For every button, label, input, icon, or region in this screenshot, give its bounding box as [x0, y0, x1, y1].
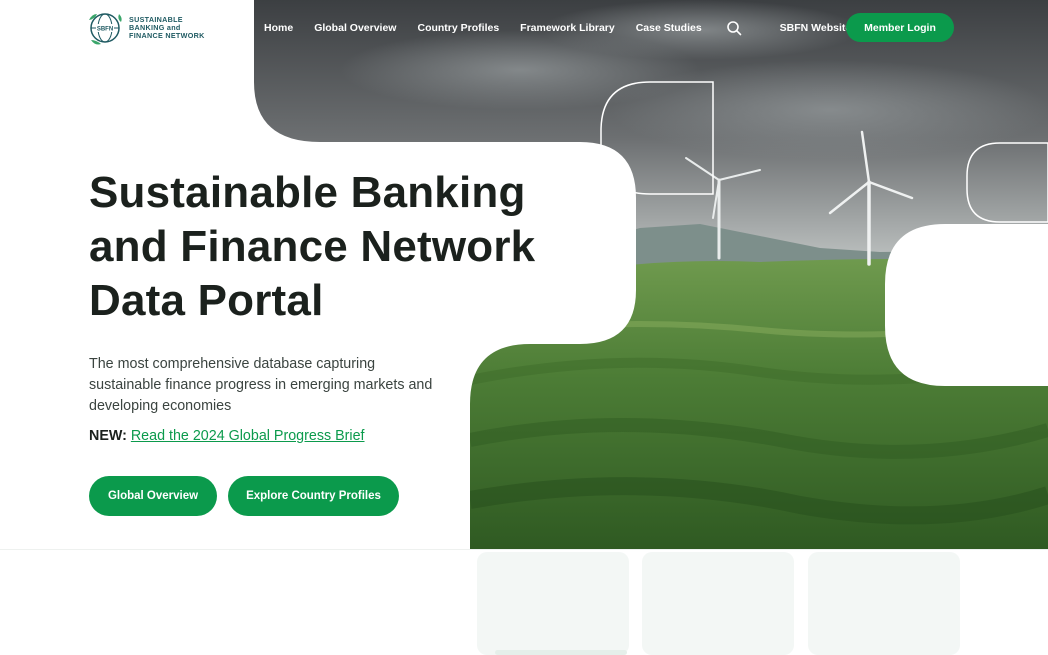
loading-card-3	[808, 552, 960, 655]
nav-item-global-overview[interactable]: Global Overview	[314, 22, 396, 34]
section-divider	[0, 549, 1048, 550]
news-label: NEW:	[89, 428, 127, 444]
globe-logo-icon: SBFN	[89, 13, 122, 45]
nav-item-home[interactable]: Home	[264, 22, 293, 34]
search-icon[interactable]	[726, 20, 742, 36]
sbfn-logo[interactable]: SBFN SUSTAINABLE BANKING and FINANCE NET…	[83, 6, 205, 50]
logo-mark-text: SBFN	[97, 27, 113, 33]
loading-card-2	[642, 552, 794, 655]
global-overview-button[interactable]: Global Overview	[89, 476, 217, 516]
main-nav: Home Global Overview Country Profiles Fr…	[264, 0, 867, 56]
loading-card-1	[477, 552, 629, 655]
title-line-3: Data Portal	[89, 276, 324, 325]
sbfn-website-label: SBFN Website	[779, 22, 852, 34]
hero-subtitle: The most comprehensive database capturin…	[89, 356, 433, 414]
news-announcement: NEW: Read the 2024 Global Progress Brief	[89, 428, 365, 444]
loading-strip	[495, 650, 627, 655]
explore-country-profiles-button[interactable]: Explore Country Profiles	[228, 476, 399, 516]
logo-line-3: FINANCE NETWORK	[129, 31, 205, 40]
member-login-button[interactable]: Member Login	[846, 13, 954, 42]
global-progress-brief-link[interactable]: Read the 2024 Global Progress Brief	[131, 428, 365, 444]
nav-item-case-studies[interactable]: Case Studies	[636, 22, 702, 34]
logo-wordmark: SUSTAINABLE BANKING and FINANCE NETWORK	[129, 16, 205, 40]
title-line-1: Sustainable Banking	[89, 168, 526, 217]
title-line-2: and Finance Network	[89, 222, 536, 271]
nav-item-country-profiles[interactable]: Country Profiles	[417, 22, 499, 34]
page-title: Sustainable Banking and Finance Network …	[89, 166, 609, 328]
nav-item-framework-library[interactable]: Framework Library	[520, 22, 615, 34]
